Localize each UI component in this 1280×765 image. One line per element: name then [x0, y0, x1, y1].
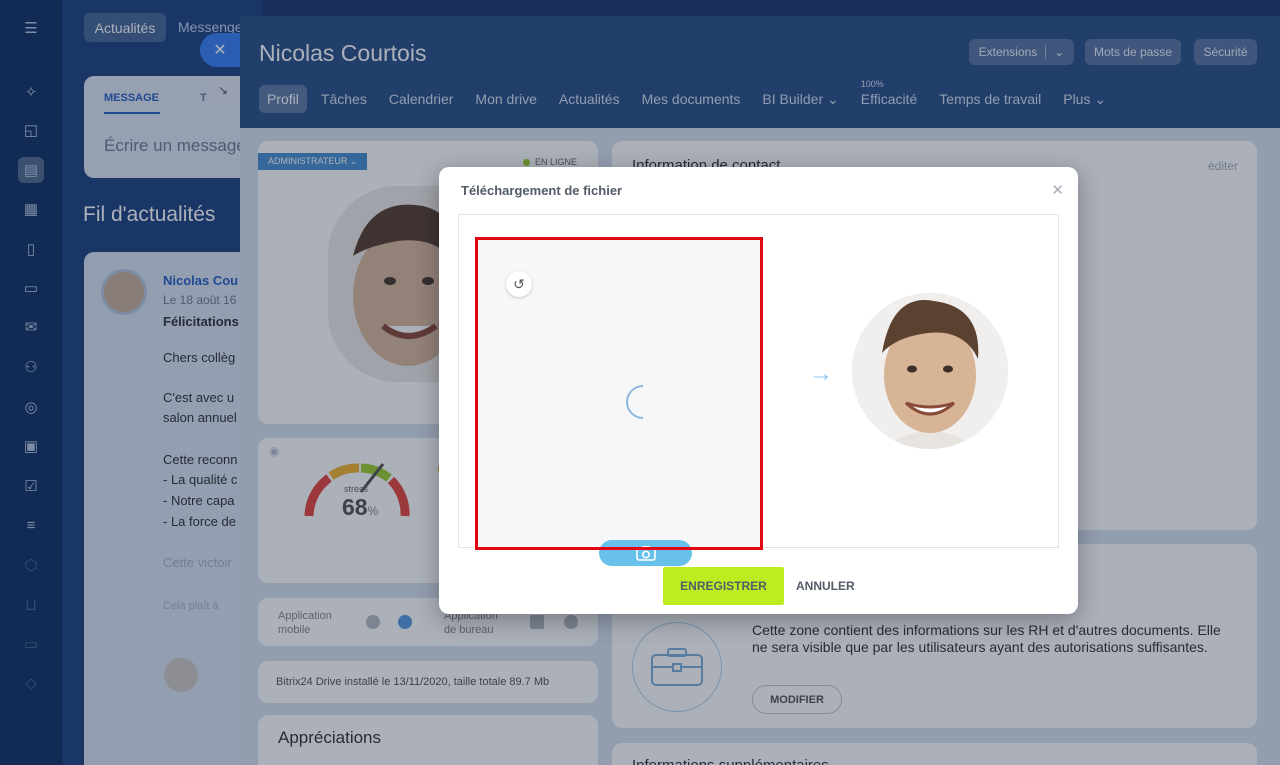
cancel-button[interactable]: ANNULER: [796, 579, 855, 593]
save-button[interactable]: ENREGISTRER: [663, 567, 784, 605]
face-icon: [852, 293, 1008, 449]
arrow-right-icon: →: [809, 360, 833, 387]
close-icon[interactable]: ✕: [1051, 181, 1064, 199]
highlight-frame: [475, 237, 763, 550]
avatar-preview: [852, 293, 1008, 449]
dialog-title: Téléchargement de fichier: [461, 183, 623, 198]
